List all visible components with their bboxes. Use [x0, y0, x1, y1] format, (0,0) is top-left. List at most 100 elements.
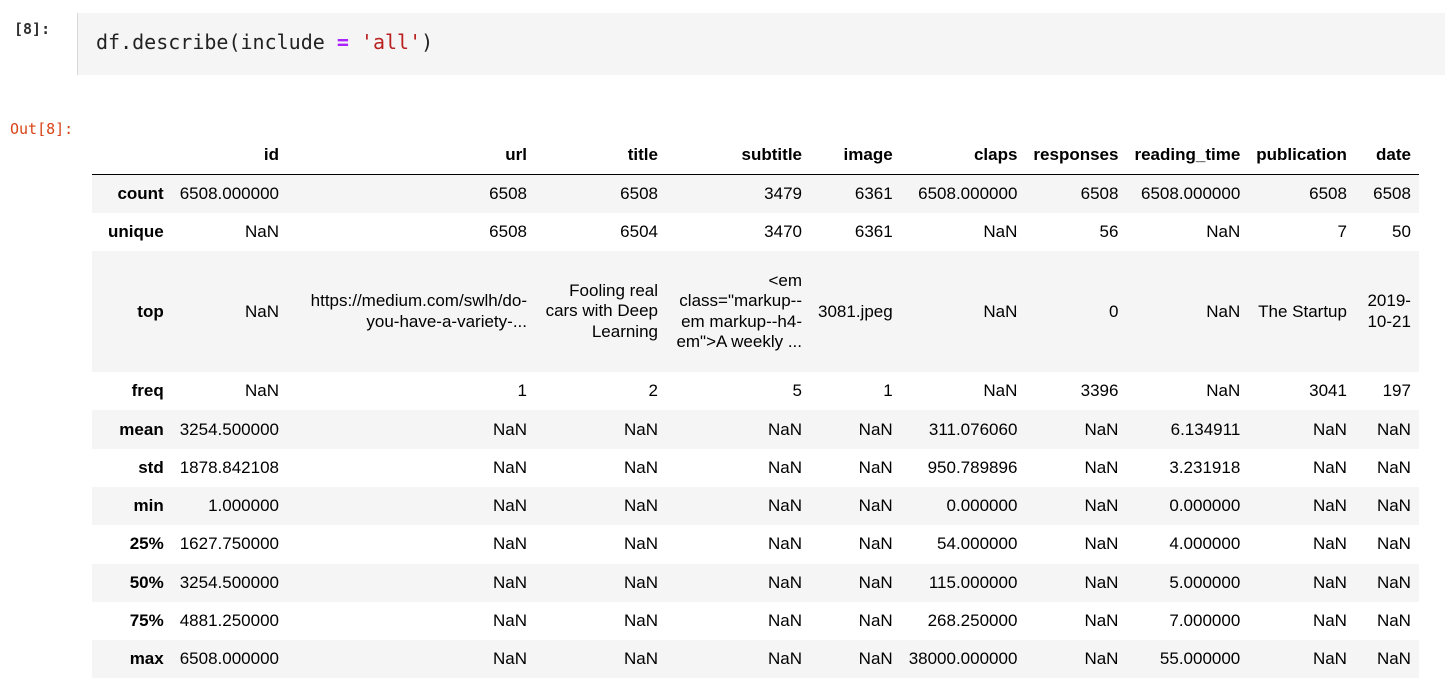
code-token-string: 'all' [360, 30, 422, 54]
table-cell: NaN [1206, 381, 1241, 401]
table-cell: 3396 [1080, 381, 1119, 401]
code-cell-editor[interactable]: df.describe(include = 'all') [77, 13, 1445, 75]
dataframe-output: id url title subtitle image claps responses rea… [92, 136, 1419, 679]
table-cell: NaN [623, 534, 658, 554]
table-cell: NaN [1084, 572, 1119, 592]
table-cell: 3254.500000 [179, 572, 279, 592]
table-cell: 1.000000 [208, 496, 279, 516]
table-row: min 1.000000 NaN NaN NaN NaN 0.000000 NaN 0.0000… [92, 486, 1419, 526]
table-cell: NaN [767, 419, 802, 439]
row-label: count [117, 183, 164, 203]
table-cell: NaN [492, 649, 527, 669]
table-cell: NaN [1084, 457, 1119, 477]
table-row: unique NaN 6508 6504 3470 6361 NaN 56 NaN 7 50 [92, 213, 1419, 251]
table-cell: NaN [1376, 534, 1411, 554]
column-header-claps: claps [900, 136, 1026, 175]
table-cell: 2 [648, 381, 658, 401]
table-cell: 311.076060 [928, 419, 1018, 439]
table-cell: 268.250000 [927, 611, 1018, 631]
table-cell: 4.000000 [1169, 534, 1241, 554]
row-label: max [129, 649, 164, 669]
table-cell: NaN [492, 572, 527, 592]
table-cell: NaN [244, 381, 279, 401]
table-cell: Fooling real cars with Deep Learning [545, 280, 658, 341]
output-prompt: Out[8]: [10, 120, 74, 138]
row-label: 50% [129, 572, 164, 592]
table-cell: NaN [767, 534, 802, 554]
table-cell: NaN [858, 496, 893, 516]
table-cell: NaN [623, 572, 658, 592]
table-cell: NaN [1312, 572, 1347, 592]
table-cell: 6508.000000 [179, 649, 279, 669]
table-cell: 950.789896 [927, 457, 1018, 477]
table-cell: 1 [517, 381, 527, 401]
table-cell: NaN [858, 419, 893, 439]
code-line: df.describe(include = 'all') [96, 30, 433, 54]
table-cell: NaN [1084, 419, 1119, 439]
column-header-responses: responses [1025, 136, 1127, 175]
table-cell: NaN [1312, 419, 1347, 439]
row-label: std [138, 457, 164, 477]
table-cell: 115.000000 [928, 572, 1018, 592]
code-token-operator: = [336, 30, 349, 54]
table-cell: NaN [1376, 572, 1411, 592]
table-row: count 6508.000000 6508 6508 3479 6361 6508.000… [92, 174, 1419, 213]
table-cell: NaN [1312, 496, 1347, 516]
table-cell: NaN [1312, 649, 1347, 669]
table-cell: https://medium.com/swlh/do-you-have-a-va… [310, 291, 527, 331]
column-header-image: image [810, 136, 901, 175]
table-cell: NaN [983, 301, 1018, 321]
table-cell: NaN [623, 649, 658, 669]
table-cell: 1878.842108 [179, 457, 279, 477]
row-label: 75% [129, 611, 164, 631]
table-row: 50% 3254.500000 NaN NaN NaN NaN 115.000000 NaN 5… [92, 563, 1419, 602]
row-label: 25% [129, 534, 164, 554]
table-cell: NaN [1084, 611, 1119, 631]
column-header-url: url [287, 136, 535, 175]
table-cell: 6361 [854, 221, 893, 241]
table-cell: 1627.750000 [179, 534, 279, 554]
row-label: unique [108, 221, 164, 241]
table-cell: NaN [1376, 611, 1411, 631]
table-cell: NaN [767, 572, 802, 592]
table-cell: NaN [1206, 221, 1241, 241]
table-cell: 3081.jpeg [818, 301, 893, 321]
table-row: mean 3254.500000 NaN NaN NaN NaN 311.076060 NaN… [92, 410, 1419, 449]
code-token-close: ) [421, 30, 434, 54]
table-cell: 197 [1382, 381, 1411, 401]
table-cell: NaN [1206, 301, 1241, 321]
table-cell: 6508 [1373, 183, 1411, 203]
table-cell: 7 [1337, 221, 1347, 241]
table-cell: 3479 [764, 183, 802, 203]
table-cell: NaN [858, 457, 893, 477]
describe-table: id url title subtitle image claps responses rea… [92, 136, 1419, 679]
table-cell: NaN [623, 496, 658, 516]
table-cell: The Startup [1258, 301, 1347, 321]
table-cell: 4881.250000 [179, 611, 279, 631]
table-cell: 3.231918 [1169, 457, 1241, 477]
table-cell: 6508 [1080, 183, 1119, 203]
column-header-reading-time: reading_time [1126, 136, 1249, 175]
table-cell: 50 [1392, 221, 1411, 241]
column-header-subtitle: subtitle [666, 136, 810, 175]
column-header-id: id [171, 136, 287, 175]
table-cell: 0 [1109, 301, 1119, 321]
column-header-date: date [1354, 136, 1419, 175]
table-cell: NaN [858, 572, 893, 592]
table-cell: NaN [858, 534, 893, 554]
table-row: 75% 4881.250000 NaN NaN NaN NaN 268.250000 NaN 7… [92, 602, 1419, 640]
code-token-call: df.describe(include [96, 30, 337, 54]
column-header-publication: publication [1248, 136, 1355, 175]
table-cell: 6361 [854, 183, 893, 203]
table-cell: NaN [492, 534, 527, 554]
table-cell: NaN [983, 221, 1018, 241]
input-prompt: [8]: [14, 20, 51, 38]
table-cell: 6508.000000 [1141, 183, 1241, 203]
table-cell: 6508 [489, 221, 527, 241]
table-row: freq NaN 1 2 5 1 NaN 3396 NaN 3041 197 [92, 372, 1419, 410]
table-cell: 1 [883, 381, 893, 401]
row-label: min [133, 496, 164, 516]
table-header: id url title subtitle image claps responses rea… [92, 136, 1419, 175]
table-cell: NaN [1376, 496, 1411, 516]
